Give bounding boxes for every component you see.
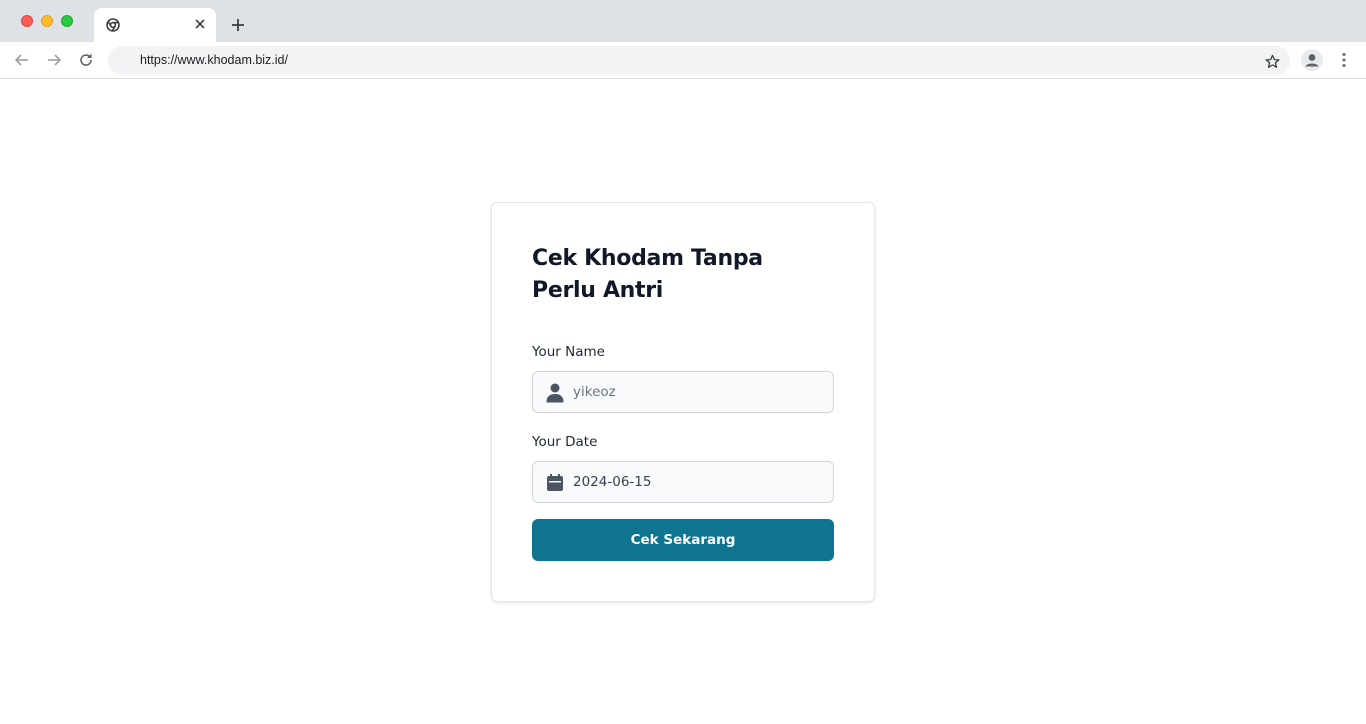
page-title: Cek Khodam Tanpa Perlu Antri <box>532 246 763 303</box>
browser-tab[interactable] <box>94 8 216 42</box>
chrome-icon <box>106 18 120 32</box>
date-field <box>532 461 834 503</box>
calendar-icon <box>545 473 564 492</box>
address-bar[interactable]: https://www.khodam.biz.id/ <box>108 46 1290 75</box>
person-icon[interactable] <box>1301 49 1323 71</box>
reload-icon[interactable] <box>76 50 96 70</box>
minimize-window-button[interactable] <box>41 15 53 27</box>
star-icon[interactable] <box>1263 52 1281 70</box>
name-field <box>532 371 834 413</box>
tab-strip <box>0 0 1366 42</box>
url-text: https://www.khodam.biz.id/ <box>140 53 288 67</box>
plus-icon[interactable] <box>229 16 247 34</box>
user-icon <box>545 383 564 402</box>
khodam-form-card: Cek Khodam Tanpa Perlu Antri Your Name Y… <box>491 202 875 602</box>
name-input[interactable] <box>573 372 823 412</box>
name-label: Your Name <box>532 344 605 360</box>
close-window-button[interactable] <box>21 15 33 27</box>
arrow-left-icon[interactable] <box>12 50 32 70</box>
browser-toolbar: https://www.khodam.biz.id/ <box>0 42 1366 79</box>
maximize-window-button[interactable] <box>61 15 73 27</box>
close-icon[interactable] <box>193 17 207 31</box>
check-now-button[interactable]: Cek Sekarang <box>532 519 834 561</box>
kebab-menu-icon[interactable] <box>1336 50 1352 70</box>
arrow-right-icon[interactable] <box>44 50 64 70</box>
date-label: Your Date <box>532 434 598 450</box>
date-input[interactable] <box>573 462 823 502</box>
